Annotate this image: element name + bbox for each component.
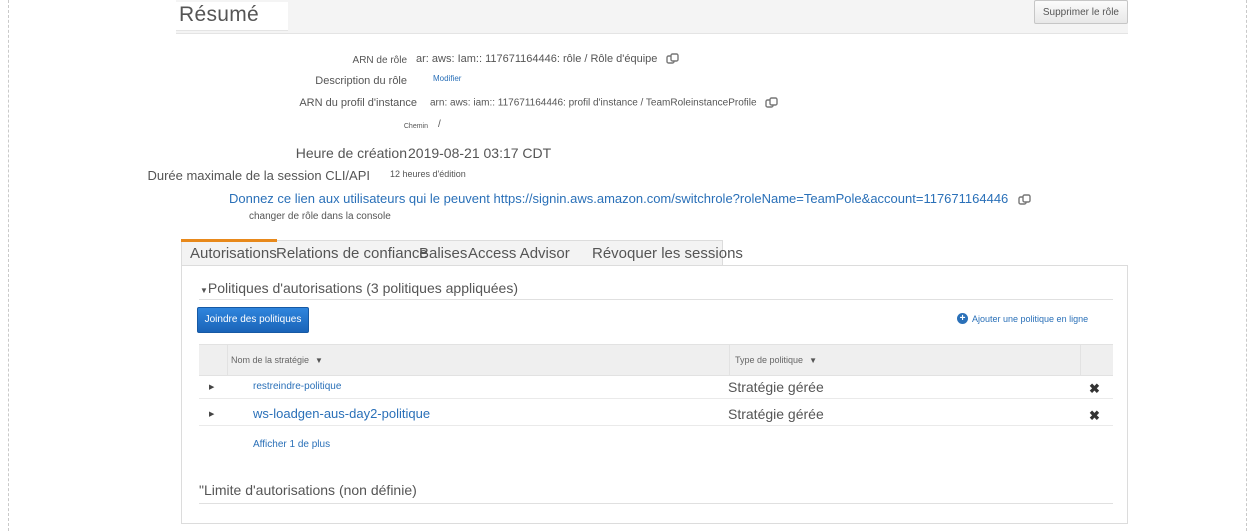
role-description-label: Description du rôle [315,75,407,87]
caret-down-icon: ▼ [809,356,817,365]
policy-type: Stratégie gérée [728,406,824,422]
column-policy-type-label: Type de politique [735,355,804,365]
column-divider [729,345,730,375]
active-tab-indicator [181,239,277,242]
triangle-right-icon[interactable]: ▶ [209,410,214,418]
add-inline-policy-label: Ajouter une politique en ligne [972,313,1089,324]
instance-profile-arn-label: ARN du profil d'instance [299,97,417,109]
policy-type: Stratégie gérée [728,379,824,395]
page-title-box: Résumé [176,2,288,31]
path-label: Chemin [403,123,428,130]
copy-icon[interactable] [666,53,680,65]
column-policy-name-label: Nom de la stratégie [231,355,310,365]
table-row: ▶ ws-loadgen-aus-day2-politique Stratégi… [199,404,1113,426]
attach-policies-button[interactable]: Joindre des politiques [197,307,309,333]
role-arn-value: ar: aws: Iam:: 117671164446: rôle / Rôle… [416,53,680,65]
role-arn-label: ARN de rôle [352,55,407,66]
creation-time-label: Heure de création [295,145,407,161]
permissions-boundary-title: Limite d'autorisations (non définie) [203,482,417,498]
show-more-link[interactable]: Afficher 1 de plus [253,439,330,450]
switch-role-subtext: changer de rôle dans la console [249,211,391,222]
tab-tags[interactable]: Balises [419,245,467,262]
column-divider [227,345,228,375]
copy-icon[interactable] [1018,193,1032,206]
caret-down-icon: ▼ [315,356,323,365]
tab-revoke-sessions[interactable]: Révoquer les sessions [592,245,743,262]
max-session-value: 12 heures d'édition [390,169,466,179]
role-arn-text: ar: aws: Iam:: 117671164446: rôle / Rôle… [416,53,658,65]
edit-description-link[interactable]: Modifier [433,74,461,83]
switch-role-link[interactable]: https://signin.aws.amazon.com/switchrole… [494,191,1009,206]
page-frame-left [8,0,9,531]
table-row: ▶ restreindre-politique Stratégie gérée … [199,377,1113,399]
column-divider [1080,345,1081,375]
policy-name-link[interactable]: ws-loadgen-aus-day2-politique [253,406,430,421]
policies-table-header: Nom de la stratégie ▼ Type de politique ▼ [199,344,1113,376]
column-policy-type[interactable]: Type de politique ▼ [735,355,817,365]
switch-role-info: Donnez ce lien aux utilisateurs qui le p… [229,191,1032,206]
permissions-boundary-heading[interactable]: "Limite d'autorisations (non définie) [199,482,417,498]
close-icon[interactable]: ✖ [1089,408,1100,424]
copy-icon[interactable] [765,97,779,109]
section-divider [199,503,1113,504]
switch-role-text: Donnez ce lien aux utilisateurs qui le p… [229,191,490,206]
plus-circle-icon: + [957,313,968,324]
policy-name-link[interactable]: restreindre-politique [253,381,341,392]
triangle-right-icon[interactable]: ▶ [209,383,214,391]
permissions-policies-title: Politiques d'autorisations (3 politiques… [207,280,519,296]
tab-strip: Autorisations Relations de confiance Bal… [181,239,743,266]
summary-header: Résumé Supprimer le rôle [176,0,1128,34]
delete-role-button[interactable]: Supprimer le rôle [1033,0,1128,24]
page-frame-right [1246,0,1247,531]
collapse-triangle-icon: ▼ [200,286,208,295]
max-session-label: Durée maximale de la session CLI/API [147,168,370,183]
column-policy-name[interactable]: Nom de la stratégie ▼ [231,355,323,365]
permissions-policies-heading[interactable]: ▼Politiques d'autorisations (3 politique… [200,280,518,296]
creation-time-value: 2019-08-21 03:17 CDT [408,145,552,161]
page-title: Résumé [179,3,259,26]
instance-profile-arn-value: arn: aws: iam:: 117671164446: profil d'i… [430,97,779,109]
close-icon[interactable]: ✖ [1089,381,1100,397]
section-divider [199,299,1113,300]
instance-profile-arn-text: arn: aws: iam:: 117671164446: profil d'i… [430,97,757,109]
tab-permissions[interactable]: Autorisations [190,245,277,262]
add-inline-policy-link[interactable]: + Ajouter une politique en ligne [957,313,1088,324]
tab-trust-relationships[interactable]: Relations de confiance [276,245,428,262]
path-value: / [438,119,441,130]
tab-access-advisor[interactable]: Access Advisor [468,245,570,262]
